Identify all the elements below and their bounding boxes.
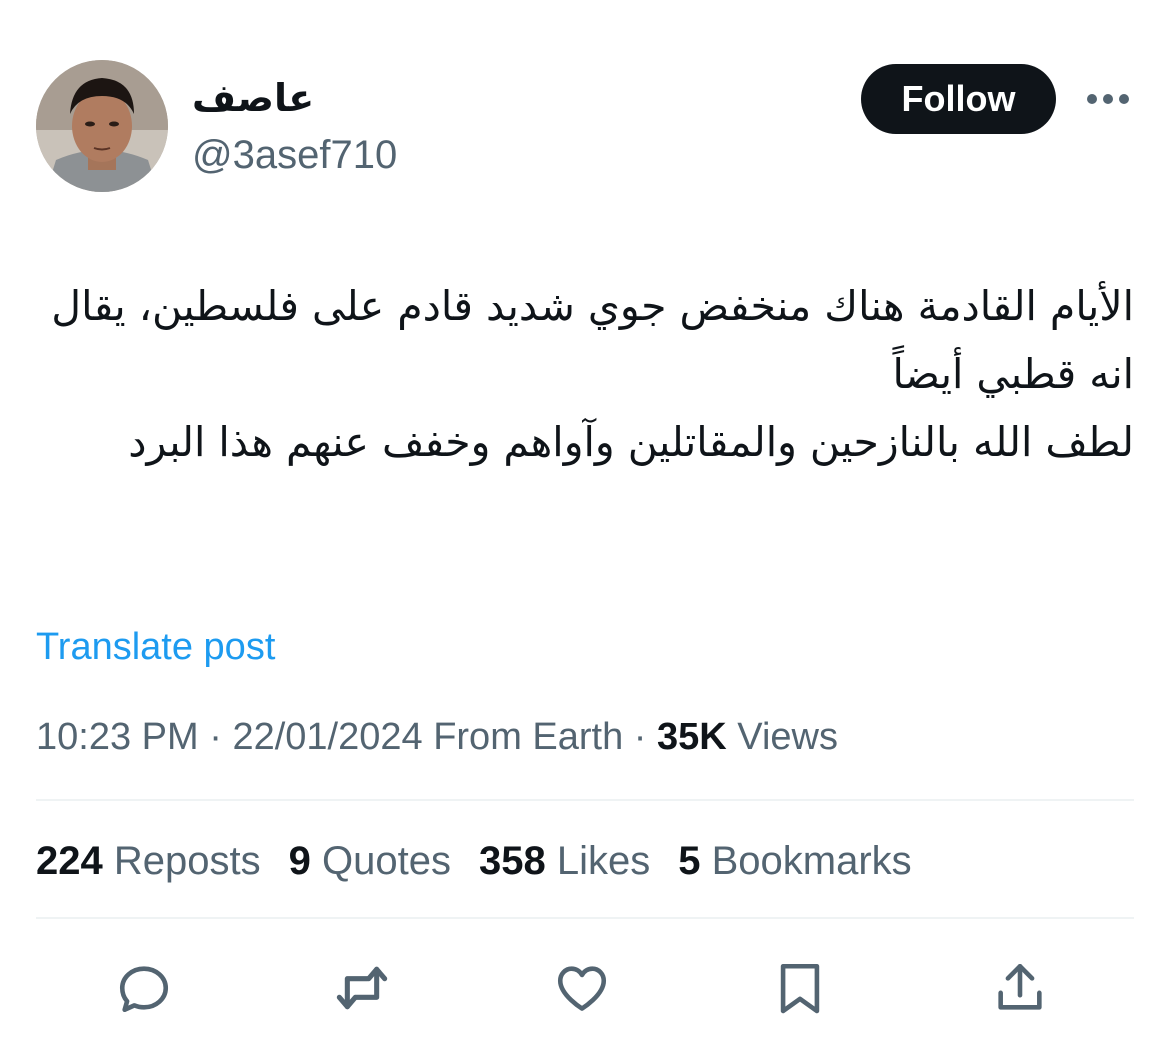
quotes-label: Quotes xyxy=(322,839,451,883)
bookmark-icon[interactable] xyxy=(768,956,832,1020)
views-count: 35K xyxy=(657,716,727,758)
like-icon[interactable] xyxy=(550,956,614,1020)
display-name[interactable]: عاصف xyxy=(192,72,314,124)
translate-post-link[interactable]: Translate post xyxy=(36,624,275,670)
engagement-stats: 224 Reposts 9 Quotes 358 Likes 5 Bookmar… xyxy=(36,836,940,886)
divider-bottom xyxy=(36,917,1134,919)
tweet-text: الأيام القادمة هناك منخفض جوي شديد قادم … xyxy=(51,282,1134,466)
tweet-time[interactable]: 10:23 PM xyxy=(36,716,199,758)
bookmarks-stat[interactable]: 5 Bookmarks xyxy=(678,836,911,886)
repost-icon[interactable] xyxy=(330,956,394,1020)
reposts-label: Reposts xyxy=(113,839,261,883)
likes-label: Likes xyxy=(556,839,651,883)
bookmarks-label: Bookmarks xyxy=(711,839,912,883)
reply-icon[interactable] xyxy=(112,956,176,1020)
more-options-icon[interactable] xyxy=(1082,84,1134,114)
tweet-date[interactable]: 22/01/2024 xyxy=(232,716,422,758)
tweet-meta: 10:23 PM · 22/01/2024 From Earth · 35K V… xyxy=(36,716,838,758)
reposts-count: 224 xyxy=(36,839,103,883)
quotes-stat[interactable]: 9 Quotes xyxy=(289,836,451,886)
bookmarks-count: 5 xyxy=(678,839,701,883)
tweet-source: From Earth xyxy=(433,716,624,758)
likes-count: 358 xyxy=(478,839,546,883)
handle[interactable]: @3asef710 xyxy=(192,130,397,180)
views-label: Views xyxy=(737,716,838,758)
reposts-stat[interactable]: 224 Reposts xyxy=(36,836,261,886)
divider-top xyxy=(36,799,1134,801)
follow-button[interactable]: Follow xyxy=(861,64,1056,134)
share-icon[interactable] xyxy=(988,956,1052,1020)
avatar[interactable] xyxy=(36,60,168,192)
likes-stat[interactable]: 358 Likes xyxy=(479,836,650,886)
quotes-count: 9 xyxy=(288,839,311,883)
